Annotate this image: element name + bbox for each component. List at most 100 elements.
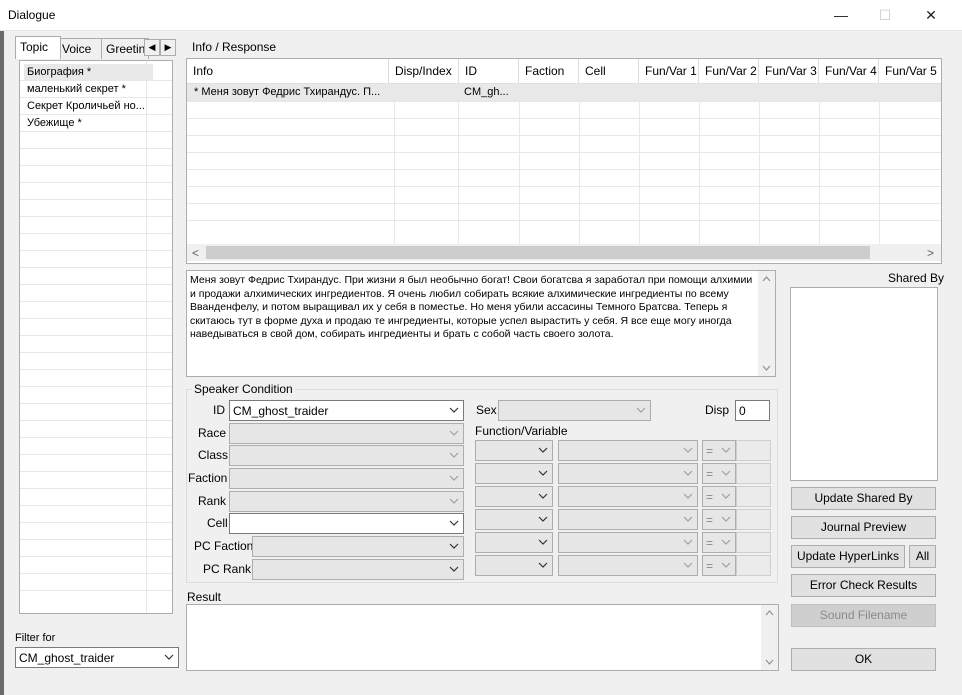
race-label: Race: [198, 426, 227, 440]
result-text-area[interactable]: [186, 604, 779, 671]
operator-value: =: [706, 513, 714, 527]
error-check-results-button[interactable]: Error Check Results: [791, 574, 936, 597]
speaker-condition-title: Speaker Condition: [192, 382, 295, 396]
chevron-down-icon: [449, 520, 459, 526]
tabs-scroll-left-button[interactable]: ◀: [144, 39, 160, 56]
shared-by-list[interactable]: [790, 287, 938, 481]
chevron-down-icon: [538, 470, 548, 476]
funcvar-name-select: [558, 486, 698, 507]
arrow-right-icon: ▶: [164, 42, 172, 52]
update-all-button[interactable]: All: [909, 545, 936, 568]
column-header-cell[interactable]: Cell: [579, 59, 639, 83]
column-header-info[interactable]: Info: [187, 59, 389, 83]
column-header-id[interactable]: ID: [459, 59, 519, 83]
chevron-down-icon: [683, 470, 693, 476]
operator-value: =: [706, 467, 714, 481]
disp-input[interactable]: 0: [735, 400, 770, 421]
chevron-down-icon: [636, 407, 646, 413]
table-row[interactable]: * Меня зовут Федрис Тхирандус. П... CM_g…: [187, 84, 941, 101]
chevron-down-icon: [683, 539, 693, 545]
horizontal-scroll-thumb[interactable]: [206, 246, 870, 259]
tab-topic-label: Topic: [20, 40, 49, 54]
pc-rank-select[interactable]: [252, 559, 464, 580]
funcvar-value-input: [736, 509, 771, 530]
minimize-button[interactable]: —: [818, 0, 864, 30]
funcvar-value-input: [736, 440, 771, 461]
tab-voice[interactable]: Voice: [57, 38, 103, 59]
pc-faction-select[interactable]: [252, 536, 464, 557]
funcvar-row: =: [475, 486, 771, 507]
shared-by-label: Shared By: [888, 271, 945, 285]
ok-button[interactable]: OK: [791, 648, 936, 671]
arrow-left-icon: ◀: [148, 42, 156, 52]
topic-item[interactable]: Убежище *: [24, 115, 153, 132]
scroll-down-icon[interactable]: [761, 653, 778, 670]
funcvar-type-select[interactable]: [475, 463, 553, 484]
funcvar-value-input: [736, 555, 771, 576]
response-text-area[interactable]: Меня зовут Федрис Тхирандус. При жизни я…: [186, 270, 776, 377]
funcvar-type-select[interactable]: [475, 486, 553, 507]
tab-greeting[interactable]: Greetin: [101, 38, 149, 59]
filter-select[interactable]: CM_ghost_traider: [15, 647, 179, 668]
funcvar-row: =: [475, 440, 771, 461]
id-value: CM_ghost_traider: [233, 404, 329, 418]
column-header-funvar4[interactable]: Fun/Var 4: [819, 59, 879, 83]
chevron-down-icon: [538, 493, 548, 499]
funcvar-row: =: [475, 555, 771, 576]
tab-topic[interactable]: Topic: [15, 36, 61, 59]
operator-value: =: [706, 490, 714, 504]
operator-value: =: [706, 536, 714, 550]
tabs-scroll-right-button[interactable]: ▶: [160, 39, 176, 56]
journal-preview-button[interactable]: Journal Preview: [791, 516, 936, 539]
faction-select: [229, 468, 464, 489]
scroll-right-icon[interactable]: >: [927, 246, 934, 260]
funcvar-name-select: [558, 463, 698, 484]
row-info-cell: * Меня зовут Федрис Тхирандус. П...: [194, 86, 381, 98]
funcvar-operator-select: =: [702, 440, 736, 461]
horizontal-scrollbar[interactable]: < >: [187, 244, 941, 261]
update-hyperlinks-button[interactable]: Update HyperLinks: [791, 545, 905, 568]
scroll-left-icon[interactable]: <: [192, 246, 199, 260]
chevron-down-icon: [449, 407, 459, 413]
scroll-up-icon[interactable]: [758, 271, 775, 288]
result-scrollbar[interactable]: [761, 605, 778, 670]
scroll-down-icon[interactable]: [758, 359, 775, 376]
funcvar-type-select[interactable]: [475, 440, 553, 461]
pc-rank-label: PC Rank: [203, 562, 252, 576]
funcvar-type-select[interactable]: [475, 555, 553, 576]
chevron-down-icon: [721, 470, 731, 476]
operator-value: =: [706, 444, 714, 458]
column-header-faction[interactable]: Faction: [519, 59, 579, 83]
topic-item[interactable]: маленький секрет *: [24, 81, 153, 98]
column-header-funvar1[interactable]: Fun/Var 1: [639, 59, 699, 83]
id-select[interactable]: CM_ghost_traider: [229, 400, 464, 421]
column-header-funvar3[interactable]: Fun/Var 3: [759, 59, 819, 83]
funcvar-value-input: [736, 532, 771, 553]
class-select: [229, 445, 464, 466]
funcvar-value-input: [736, 486, 771, 507]
funcvar-type-select[interactable]: [475, 532, 553, 553]
function-variable-label: Function/Variable: [475, 424, 568, 438]
topic-item[interactable]: Биография *: [24, 64, 153, 81]
rank-select: [229, 491, 464, 512]
column-header-funvar2[interactable]: Fun/Var 2: [699, 59, 759, 83]
column-header-disp[interactable]: Disp/Index: [389, 59, 459, 83]
tab-voice-label: Voice: [62, 42, 92, 56]
funcvar-operator-select: =: [702, 532, 736, 553]
close-button[interactable]: ✕: [908, 0, 954, 30]
title-bar: Dialogue — ☐ ✕: [0, 0, 962, 31]
update-shared-by-button[interactable]: Update Shared By: [791, 487, 936, 510]
chevron-down-icon: [683, 562, 693, 568]
cell-select[interactable]: [229, 513, 464, 534]
response-scrollbar[interactable]: [758, 271, 775, 376]
topic-item[interactable]: Секрет Кроличьей но...: [24, 98, 153, 115]
column-header-funvar5[interactable]: Fun/Var 5: [879, 59, 941, 83]
funcvar-name-select: [558, 532, 698, 553]
funcvar-operator-select: =: [702, 509, 736, 530]
funcvar-type-select[interactable]: [475, 509, 553, 530]
scroll-up-icon[interactable]: [761, 605, 778, 622]
chevron-down-icon: [683, 493, 693, 499]
chevron-down-icon: [538, 562, 548, 568]
table-header: Info Disp/Index ID Faction Cell Fun/Var …: [187, 59, 941, 84]
chevron-down-icon: [721, 493, 731, 499]
